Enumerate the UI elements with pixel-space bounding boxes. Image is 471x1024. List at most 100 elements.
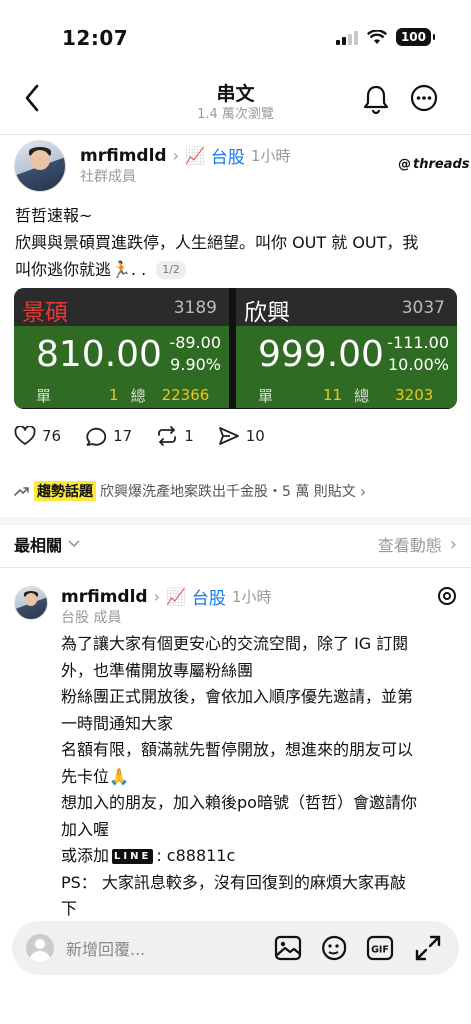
chevron-right-icon: › xyxy=(449,533,457,555)
stock-name: 景碩 xyxy=(22,300,68,326)
view-activity-label: 查看動態 xyxy=(377,536,442,555)
total-label: 總 xyxy=(354,386,370,405)
reply-line: 想加入的朋友，加入賴後po暗號（哲哲）會邀請你 xyxy=(61,793,417,812)
post-time: 1小時 xyxy=(250,147,291,165)
chevron-right-icon: › xyxy=(153,587,160,606)
svg-text:GIF: GIF xyxy=(371,945,389,956)
page-title: 串文 xyxy=(216,83,255,105)
reply-line: 名額有限，額滿就先暫停開放，想進來的朋友可以 xyxy=(61,740,414,759)
quote-panel: 景碩 3189 810.00 -89.00 9.90% 單 1 總 22366 xyxy=(14,288,229,408)
trending-text: 欣興爆洗產地案跌出千金股・5 萬 則貼文 xyxy=(100,484,356,500)
repost-button[interactable]: 1 xyxy=(156,426,194,446)
threads-icon: @ xyxy=(398,157,411,172)
chart-up-emoji-icon: 📈 xyxy=(184,146,205,165)
chevron-down-icon xyxy=(68,540,80,548)
send-icon xyxy=(218,427,239,445)
trending-topic[interactable]: 趨勢話題 欣興爆洗產地案跌出千金股・5 萬 則貼文 › xyxy=(14,481,366,501)
post-line: 哲哲速報~ xyxy=(15,206,93,225)
post-line: 欣興與景碩買進跌停，人生絕望。叫你 OUT 就 OUT，我 xyxy=(15,233,419,252)
reply-role: 台股 成員 xyxy=(61,610,122,626)
price-change: -89.00 xyxy=(169,333,221,352)
bell-icon[interactable] xyxy=(363,84,389,114)
status-icons: 100 xyxy=(335,28,436,46)
image-icon[interactable] xyxy=(274,934,302,962)
comment-count: 17 xyxy=(113,427,133,445)
reply-input[interactable]: 新增回覆... xyxy=(66,936,145,960)
post-line: 叫你逃你就逃🏃. . xyxy=(15,260,147,279)
like-count: 76 xyxy=(42,427,62,445)
percent-change: 9.90% xyxy=(170,355,221,374)
sort-dropdown[interactable]: 最相關 xyxy=(14,532,80,556)
comment-icon xyxy=(86,427,107,446)
reply-line: PS： 大家訊息較多，沒有回復到的麻煩大家再敲 xyxy=(61,872,406,892)
view-count: 1.4 萬次瀏覽 xyxy=(197,107,274,122)
reply-community-tag[interactable]: 台股 xyxy=(192,584,226,609)
single-label: 單 xyxy=(258,386,274,405)
share-button[interactable]: 10 xyxy=(218,426,265,446)
total-volume: 3203 xyxy=(395,386,434,404)
sort-label: 最相關 xyxy=(14,536,63,555)
sort-divider xyxy=(0,567,471,568)
cellular-signal-icon xyxy=(335,29,358,45)
section-divider xyxy=(0,517,471,525)
chevron-right-icon: › xyxy=(172,146,179,165)
quote-panel: 欣興 3037 999.00 -111.00 10.00% 單 11 總 3203 xyxy=(236,288,457,408)
user-avatar-icon xyxy=(26,934,54,962)
reply-username[interactable]: mrfimdld xyxy=(61,587,148,607)
line-prefix: 或添加 xyxy=(61,846,110,865)
threads-icon[interactable] xyxy=(437,586,457,606)
reply-header: mrfimdld › 📈 台股 1小時 xyxy=(61,584,272,610)
stock-price: 999.00 xyxy=(258,334,384,375)
reply-line: 為了讓大家有個更安心的交流空間，除了 IG 訂閱 xyxy=(61,634,409,653)
reply-line: 一時間通知大家 xyxy=(61,713,174,733)
reply-text: 為了讓大家有個更安心的交流空間，除了 IG 訂閱 外，也準備開放專屬粉絲團 粉絲… xyxy=(61,631,461,923)
community-tag[interactable]: 台股 xyxy=(211,143,245,168)
sticker-icon[interactable] xyxy=(320,934,348,962)
reply-line: 外，也準備開放專屬粉絲團 xyxy=(61,660,254,680)
reply-avatar[interactable] xyxy=(14,586,48,620)
header-divider xyxy=(0,134,471,135)
reply-line: 先卡位🙏 xyxy=(61,766,129,786)
threads-logo: @ threads xyxy=(398,157,470,172)
total-volume: 22366 xyxy=(161,386,210,404)
reply-line: 粉絲團正式開放後，會依加入順序優先邀請，並第 xyxy=(61,687,414,706)
more-options-icon[interactable] xyxy=(410,84,438,112)
member-role: 社群成員 xyxy=(80,169,136,185)
like-button[interactable]: 76 xyxy=(14,426,61,446)
stock-price: 810.00 xyxy=(36,334,162,375)
chart-up-emoji-icon: 📈 xyxy=(165,587,186,606)
post-actions: 76 17 1 10 xyxy=(14,426,265,446)
view-activity-link[interactable]: 查看動態 › xyxy=(378,532,457,556)
total-label: 總 xyxy=(130,386,146,405)
gif-icon[interactable]: GIF xyxy=(366,934,394,962)
single-volume: 1 xyxy=(109,386,119,404)
heart-icon xyxy=(14,426,36,445)
reply-time: 1小時 xyxy=(231,588,272,606)
threads-wordmark: threads xyxy=(413,157,470,172)
stock-name: 欣興 xyxy=(244,300,290,326)
chevron-right-icon: › xyxy=(359,481,367,501)
share-count: 10 xyxy=(245,427,265,445)
trending-icon xyxy=(14,487,29,496)
trending-badge: 趨勢話題 xyxy=(34,481,96,501)
post-text: 哲哲速報~ 欣興與景碩買進跌停，人生絕望。叫你 OUT 就 OUT，我 叫你逃你… xyxy=(15,202,465,283)
single-label: 單 xyxy=(36,386,52,405)
line-badge-icon: LINE xyxy=(112,848,154,864)
stock-quote-image[interactable]: 景碩 3189 810.00 -89.00 9.90% 單 1 總 22366 欣… xyxy=(14,288,457,409)
status-time: 12:07 xyxy=(62,26,129,50)
percent-change: 10.00% xyxy=(387,355,449,374)
username[interactable]: mrfimdld xyxy=(80,146,167,166)
reply-composer[interactable]: 新增回覆... GIF xyxy=(12,921,459,975)
stock-code: 3189 xyxy=(173,298,217,318)
page-indicator: 1/2 xyxy=(156,260,186,279)
reply-line: 加入喔 xyxy=(61,819,110,839)
comment-button[interactable]: 17 xyxy=(85,426,132,446)
price-change: -111.00 xyxy=(387,333,449,352)
repost-icon xyxy=(158,426,177,446)
line-id: : c88811c xyxy=(156,846,236,865)
avatar[interactable] xyxy=(14,140,66,192)
expand-icon[interactable] xyxy=(414,934,442,962)
repost-count: 1 xyxy=(184,427,194,445)
stock-code: 3037 xyxy=(401,298,445,318)
wifi-icon xyxy=(366,29,387,44)
